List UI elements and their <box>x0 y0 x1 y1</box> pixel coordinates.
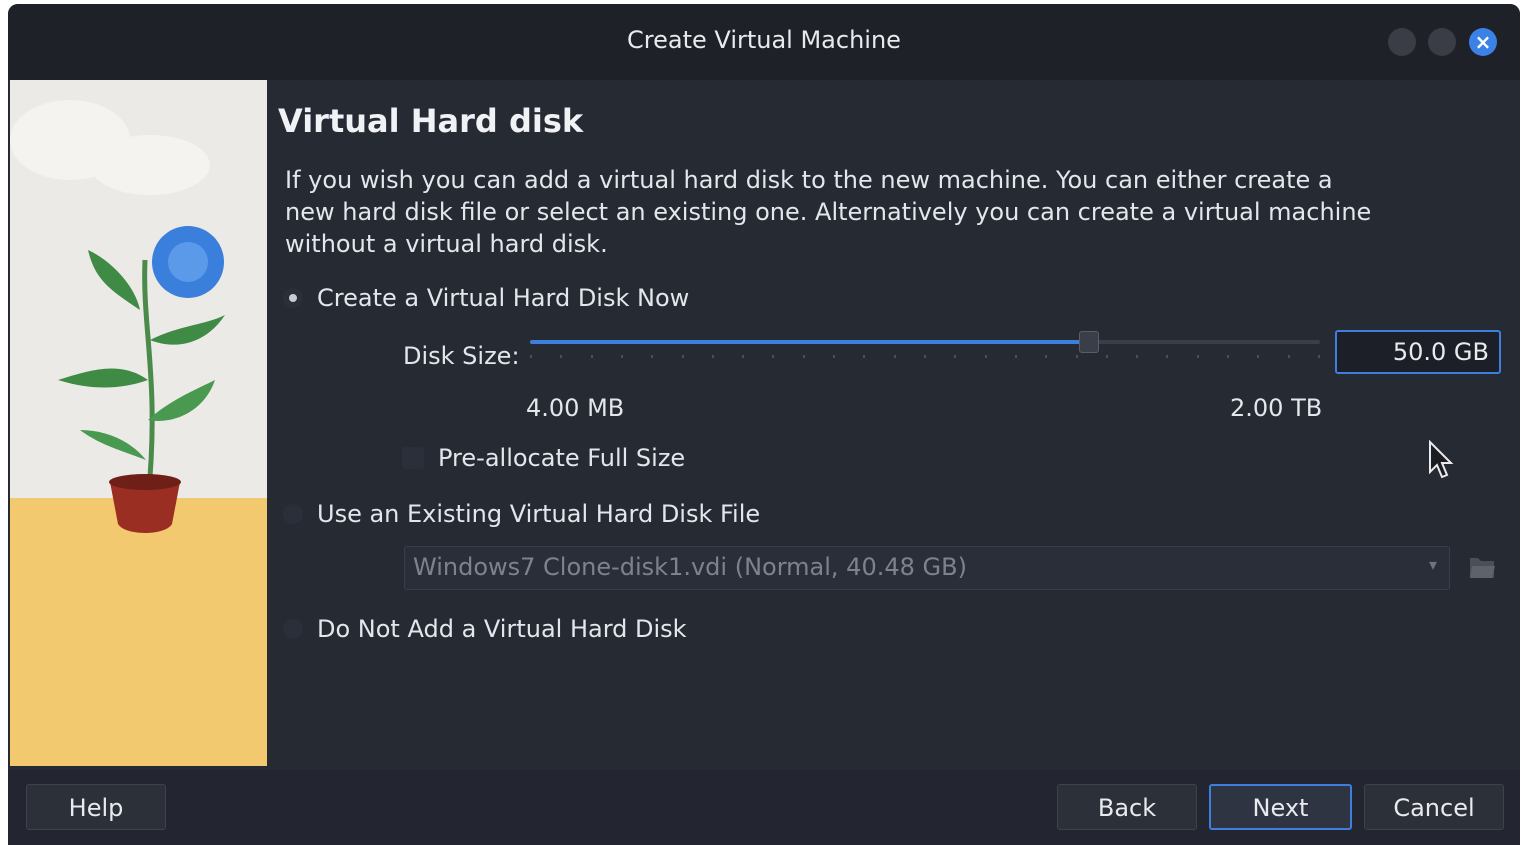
create-new-label[interactable]: Create a Virtual Hard Disk Now <box>317 284 689 312</box>
slider-tick <box>924 355 926 358</box>
page-description: If you wish you can add a virtual hard d… <box>285 166 1372 258</box>
slider-tick <box>772 355 775 358</box>
no-disk-radio[interactable] <box>283 619 303 639</box>
back-button[interactable]: Back <box>1057 784 1197 830</box>
slider-tick <box>984 355 987 358</box>
close-button[interactable]: × <box>1469 28 1497 56</box>
slider-tick <box>1014 355 1017 358</box>
disk-size-slider[interactable] <box>530 331 1320 353</box>
disk-size-label: Disk Size: <box>403 342 520 370</box>
slider-tick <box>651 355 654 358</box>
disk-size-slider-fill <box>530 340 1088 344</box>
option-use-existing[interactable]: Use an Existing Virtual Hard Disk File <box>283 500 760 528</box>
option-create-new[interactable]: Create a Virtual Hard Disk Now <box>283 284 689 312</box>
slider-tick <box>1227 355 1230 358</box>
slider-tick <box>954 355 957 358</box>
next-button[interactable]: Next <box>1209 784 1352 830</box>
use-existing-radio[interactable] <box>283 504 303 524</box>
slider-tick <box>863 355 866 358</box>
slider-tick <box>833 355 836 358</box>
mouse-cursor-icon <box>1429 440 1454 479</box>
slider-tick <box>1257 355 1260 358</box>
slider-tick <box>1075 355 1078 358</box>
flower-illustration-icon <box>10 100 267 766</box>
title-bar: Create Virtual Machine × <box>8 4 1520 80</box>
slider-ticks <box>530 355 1320 361</box>
disk-size-slider-handle[interactable] <box>1078 331 1099 353</box>
slider-tick <box>1166 355 1169 358</box>
slider-tick <box>681 355 684 358</box>
slider-tick <box>742 355 745 358</box>
slider-tick <box>802 355 805 358</box>
create-new-radio[interactable] <box>283 288 303 308</box>
preallocate-option[interactable]: Pre-allocate Full Size <box>402 444 685 472</box>
slider-tick <box>590 355 593 358</box>
cancel-button[interactable]: Cancel <box>1364 784 1504 830</box>
slider-max-label: 2.00 TB <box>1230 394 1323 422</box>
button-bar: Help Back Next Cancel <box>8 770 1520 845</box>
folder-open-icon[interactable] <box>1468 554 1496 580</box>
slider-tick <box>530 355 532 358</box>
use-existing-label[interactable]: Use an Existing Virtual Hard Disk File <box>317 500 760 528</box>
window-title: Create Virtual Machine <box>627 26 901 54</box>
slider-tick <box>711 355 714 358</box>
slider-tick <box>1318 355 1320 358</box>
preallocate-checkbox[interactable] <box>402 447 424 469</box>
existing-disk-select[interactable]: Windows7 Clone-disk1.vdi (Normal, 40.48 … <box>404 546 1450 590</box>
slider-tick <box>1196 355 1199 358</box>
dialog-window: Create Virtual Machine × Virtual Hard di… <box>8 4 1520 845</box>
disk-size-input[interactable] <box>1335 330 1501 374</box>
slider-tick <box>620 355 623 358</box>
slider-tick <box>560 355 563 358</box>
page-title: Virtual Hard disk <box>278 102 584 140</box>
slider-tick <box>893 355 896 358</box>
maximize-button[interactable] <box>1428 28 1456 56</box>
no-disk-label[interactable]: Do Not Add a Virtual Hard Disk <box>317 615 687 643</box>
slider-min-label: 4.00 MB <box>526 394 625 422</box>
slider-tick <box>1136 355 1139 358</box>
minimize-button[interactable] <box>1388 28 1416 56</box>
chevron-down-icon: ▾ <box>1428 555 1437 574</box>
slider-tick <box>1105 355 1108 358</box>
slider-tick <box>1287 355 1290 358</box>
close-icon: × <box>1474 30 1492 54</box>
help-button[interactable]: Help <box>26 784 166 830</box>
slider-tick <box>1045 355 1048 358</box>
option-no-disk[interactable]: Do Not Add a Virtual Hard Disk <box>283 615 687 643</box>
existing-disk-value: Windows7 Clone-disk1.vdi (Normal, 40.48 … <box>413 553 967 581</box>
wizard-page: Virtual Hard disk If you wish you can ad… <box>8 80 1520 770</box>
preallocate-label[interactable]: Pre-allocate Full Size <box>438 444 685 472</box>
wizard-illustration <box>10 80 267 766</box>
